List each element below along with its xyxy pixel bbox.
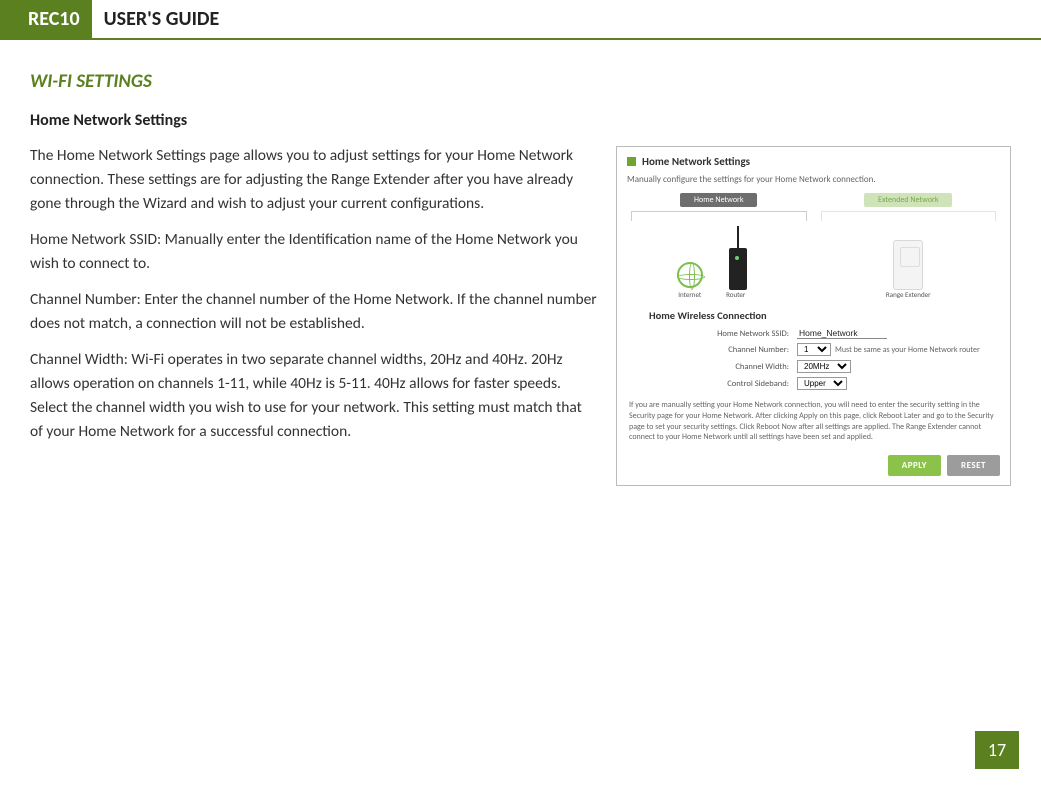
- shot-section-heading: Home Wireless Connection: [649, 309, 1000, 322]
- reset-button[interactable]: RESET: [947, 455, 1000, 476]
- settings-screenshot: Home Network Settings Manually configure…: [616, 146, 1011, 486]
- label-ssid: Home Network SSID:: [627, 329, 797, 339]
- select-channel-number[interactable]: 1: [797, 343, 831, 356]
- accent-square-icon: [627, 157, 636, 166]
- tab-extended-network[interactable]: Extended Network: [864, 193, 952, 207]
- header-title: USER'S GUIDE: [92, 0, 220, 38]
- apply-button[interactable]: APPLY: [888, 455, 941, 476]
- extender-icon: [893, 240, 923, 290]
- doc-header: REC10 USER'S GUIDE: [0, 0, 1041, 38]
- globe-icon: [677, 262, 703, 288]
- input-ssid[interactable]: [797, 328, 887, 339]
- label-control-sideband: Control Sideband:: [627, 379, 797, 389]
- body-content: Home Network Settings Manually configure…: [30, 144, 1011, 494]
- shot-subtitle: Manually configure the settings for your…: [627, 174, 1000, 185]
- shot-footnote: If you are manually setting your Home Ne…: [629, 400, 998, 443]
- note-channel: Must be same as your Home Network router: [835, 345, 980, 355]
- section-title: WI-FI SETTINGS: [30, 70, 1011, 93]
- tab-home-network[interactable]: Home Network: [680, 193, 757, 207]
- header-badge: REC10: [20, 0, 92, 38]
- subsection-title: Home Network Settings: [30, 111, 1011, 130]
- label-extender: Range Extender: [886, 290, 931, 299]
- network-diagram: Home Network Internet Router: [627, 193, 1000, 299]
- label-router: Router: [726, 290, 745, 299]
- select-control-sideband[interactable]: Upper: [797, 377, 847, 390]
- label-internet: Internet: [678, 290, 701, 299]
- router-icon: [711, 220, 761, 290]
- label-channel-width: Channel Width:: [627, 362, 797, 372]
- header-accent: [0, 0, 20, 38]
- select-channel-width[interactable]: 20MHz: [797, 360, 851, 373]
- label-channel-number: Channel Number:: [627, 345, 797, 355]
- shot-title: Home Network Settings: [642, 155, 750, 168]
- page-number: 17: [975, 731, 1019, 769]
